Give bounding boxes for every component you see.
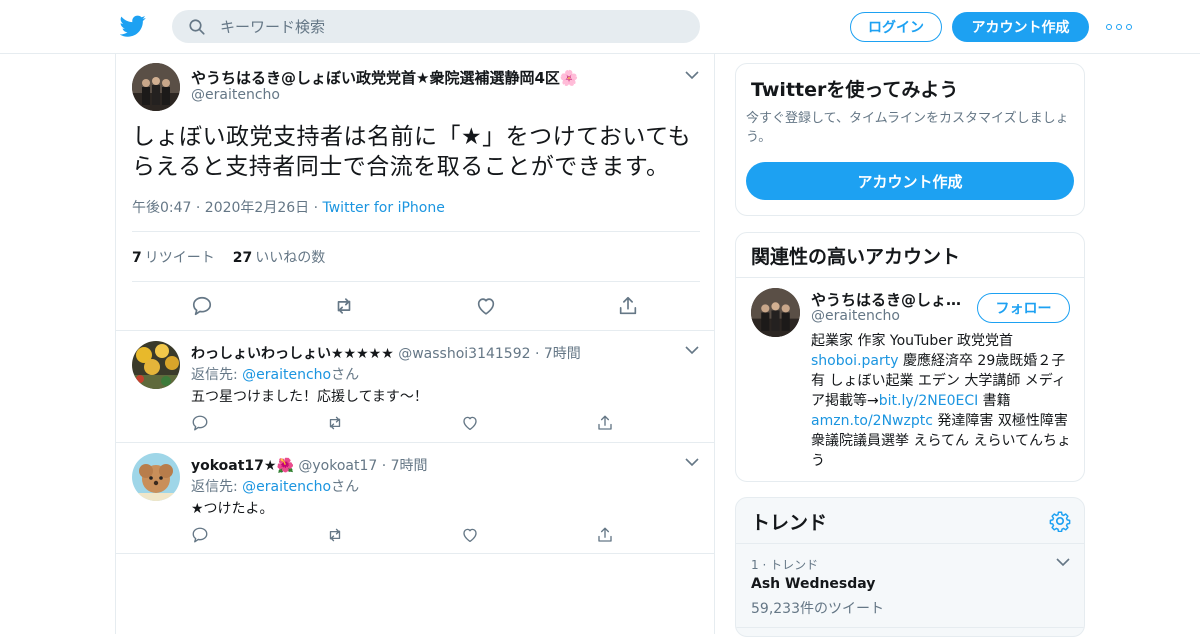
reply-to: 返信先: @eraitenchoさん <box>191 476 359 496</box>
reply-time[interactable]: · 7時間 <box>535 346 581 362</box>
bio-link[interactable]: bit.ly/2NE0ECI <box>879 393 979 409</box>
divider <box>736 543 1084 544</box>
signup-button[interactable]: アカウント作成 <box>952 12 1089 42</box>
card-title: 関連性の高いアカウント <box>751 246 961 268</box>
tweet-text-line: しょぼい政党支持者は名前に「★」をつけておいても <box>132 124 692 150</box>
like-heart-icon[interactable] <box>475 295 497 317</box>
avatar[interactable] <box>132 453 180 501</box>
related-accounts-card: 関連性の高いアカウント やうちはるき@しょ… @eraitencho フォロー … <box>735 232 1085 482</box>
search-icon <box>189 18 205 35</box>
reply-to-suffix: さん <box>331 367 360 383</box>
trend-tweet-count: 59,233件のツイート <box>751 601 884 617</box>
reply-author-name[interactable]: yokoat17★🌺 <box>191 458 294 474</box>
trend-name[interactable]: Ash Wednesday <box>751 576 875 592</box>
bio-link[interactable]: amzn.to/2Nwzptc <box>811 413 933 429</box>
chevron-down-icon[interactable] <box>1056 558 1070 567</box>
author-name[interactable]: やうちはるき@しょぼい政党党首★衆院選補選静岡4区🌸 <box>191 67 579 88</box>
follow-button[interactable]: フォロー <box>977 293 1070 323</box>
divider <box>132 231 700 232</box>
card-title: トレンド <box>751 512 828 534</box>
reply-to-prefix: 返信先: <box>191 479 243 495</box>
trends-card: トレンド 1 · トレンド Ash Wednesday 59,233件のツイート <box>735 497 1085 637</box>
reply-icon[interactable] <box>191 295 213 317</box>
login-button[interactable]: ログイン <box>850 12 942 42</box>
retweet-icon[interactable] <box>333 295 355 317</box>
reply-to: 返信先: @eraitenchoさん <box>191 364 359 384</box>
gear-icon[interactable] <box>1049 510 1071 532</box>
reply-author-name[interactable]: わっしょいわっしょい★★★★★ <box>191 346 394 362</box>
like-count[interactable]: 27 <box>233 250 252 266</box>
retweet-icon[interactable] <box>326 414 344 432</box>
chevron-down-icon[interactable] <box>685 71 699 80</box>
author-handle[interactable]: @eraitencho <box>191 87 280 103</box>
like-heart-icon[interactable] <box>461 526 479 544</box>
more-options-icon[interactable] <box>1106 19 1132 35</box>
tweet-text: しょぼい政党支持者は名前に「★」をつけておいても らえると支持者同士で合流を取る… <box>132 122 702 182</box>
account-name[interactable]: やうちはるき@しょ… <box>811 289 961 310</box>
like-label[interactable]: いいねの数 <box>255 250 325 266</box>
bio-text: 起業家 作家 YouTuber 政党党首 <box>811 333 1014 349</box>
tweet-column: やうちはるき@しょぼい政党党首★衆院選補選静岡4区🌸 @eraitencho し… <box>115 54 715 634</box>
divider <box>736 627 1084 628</box>
like-heart-icon[interactable] <box>461 414 479 432</box>
account-bio: 起業家 作家 YouTuber 政党党首shoboi.party 慶應経済卒 2… <box>811 331 1073 471</box>
reply-tweet[interactable]: yokoat17★🌺 @yokoat17 · 7時間 返信先: @eraiten… <box>116 442 714 554</box>
search-input[interactable] <box>220 17 660 36</box>
tweet-stats: 7 リツイート 27 いいねの数 <box>132 247 325 267</box>
reply-author-handle[interactable]: @yokoat17 <box>298 458 377 474</box>
reply-text: ★つけたよ。 <box>191 501 274 517</box>
divider <box>132 281 700 282</box>
search-box[interactable] <box>172 10 700 43</box>
signup-button[interactable]: アカウント作成 <box>746 162 1074 200</box>
bio-text: 書籍 <box>978 393 1011 409</box>
reply-to-handle-link[interactable]: @eraitencho <box>242 367 331 383</box>
reply-author-handle[interactable]: @wasshoi3141592 <box>398 346 530 362</box>
card-description: 今すぐ登録して、タイムラインをカスタマイズしましょう。 <box>746 111 1069 145</box>
reply-to-suffix: さん <box>331 479 360 495</box>
chevron-down-icon[interactable] <box>685 458 699 467</box>
tweet-text-line: らえると支持者同士で合流を取ることができます。 <box>132 154 670 180</box>
retweet-label[interactable]: リツイート <box>145 250 215 266</box>
reply-tweet[interactable]: わっしょいわっしょい★★★★★ @wasshoi3141592 · 7時間 返信… <box>116 330 714 443</box>
divider <box>736 277 1084 278</box>
reply-icon[interactable] <box>191 526 209 544</box>
reply-text: 五つ星つけました！応援してます〜！ <box>191 389 428 405</box>
tweet-source-link[interactable]: Twitter for iPhone <box>323 200 445 216</box>
chevron-down-icon[interactable] <box>685 346 699 355</box>
retweet-count[interactable]: 7 <box>132 250 142 266</box>
reply-icon[interactable] <box>191 414 209 432</box>
reply-header: yokoat17★🌺 @yokoat17 · 7時間 <box>191 455 428 475</box>
account-handle[interactable]: @eraitencho <box>811 308 900 324</box>
signup-prompt-card: Twitterを使ってみよう 今すぐ登録して、タイムラインをカスタマイズしましょ… <box>735 63 1085 216</box>
bio-link[interactable]: shoboi.party <box>811 353 899 369</box>
reply-to-prefix: 返信先: <box>191 367 243 383</box>
avatar[interactable] <box>132 63 180 111</box>
tweet-meta: 午後0:47 · 2020年2月26日 · Twitter for iPhone <box>132 197 445 217</box>
avatar[interactable] <box>751 288 800 337</box>
reply-time[interactable]: · 7時間 <box>382 458 428 474</box>
avatar[interactable] <box>132 341 180 389</box>
reply-to-handle-link[interactable]: @eraitencho <box>242 479 331 495</box>
tweet-timestamp[interactable]: 午後0:47 · 2020年2月26日 · <box>132 200 323 216</box>
share-icon[interactable] <box>596 526 614 544</box>
share-icon[interactable] <box>596 414 614 432</box>
card-title: Twitterを使ってみよう <box>751 79 959 101</box>
share-icon[interactable] <box>617 295 639 317</box>
reply-header: わっしょいわっしょい★★★★★ @wasshoi3141592 · 7時間 <box>191 343 581 363</box>
retweet-icon[interactable] <box>326 526 344 544</box>
twitter-bird-icon[interactable] <box>120 13 146 39</box>
top-bar: ログイン アカウント作成 <box>0 0 1200 54</box>
trend-rank: 1 · トレンド <box>751 558 819 572</box>
